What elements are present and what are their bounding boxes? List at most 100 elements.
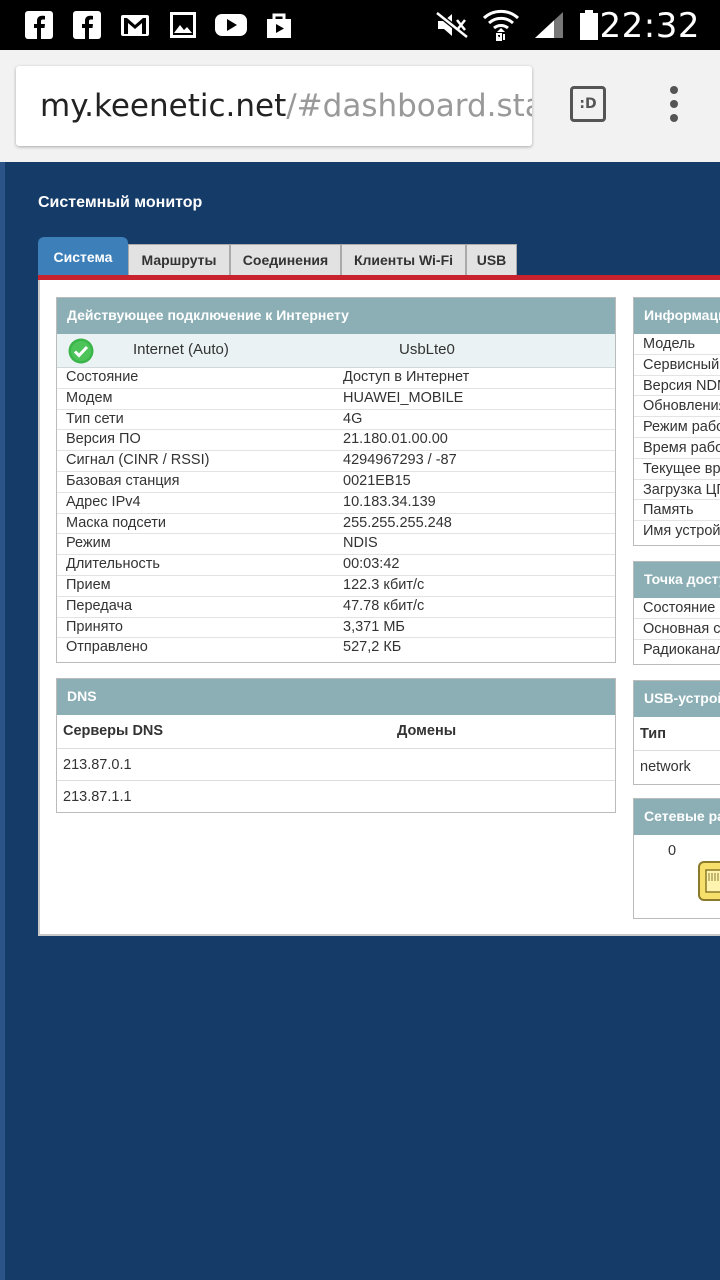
youtube-icon xyxy=(215,14,247,36)
info-label: Версия NDMS xyxy=(634,376,720,397)
info-label: Обновления xyxy=(634,396,720,418)
info-label: Загрузка ЦП xyxy=(634,480,720,501)
access-point-panel: Точка доступа Состояние Основная сеть Ра… xyxy=(633,561,720,665)
info-row: Отправлено 527,2 КБ xyxy=(57,638,615,659)
ap-label: Основная сеть xyxy=(634,619,720,640)
tab-switcher-button[interactable]: :D xyxy=(570,86,606,122)
info-label: Текущее время xyxy=(634,459,720,480)
row-value: NDIS xyxy=(343,535,378,552)
panel-title: Действующее подключение к Интернету xyxy=(57,298,615,334)
row-value: 00:03:42 xyxy=(343,556,400,573)
panel-title: USB-устройства xyxy=(634,681,720,717)
row-value: Доступ в Интернет xyxy=(343,369,470,385)
tab-system[interactable]: Система xyxy=(38,237,128,275)
info-row: Тип сети 4G xyxy=(57,410,615,431)
info-row: Длительность 00:03:42 xyxy=(57,555,615,576)
info-row: Модем HUAWEI_MOBILE xyxy=(57,389,615,410)
row-value: 10.183.34.139 xyxy=(343,493,436,510)
port-number: 0 xyxy=(668,843,677,859)
url-host: my.keenetic.net xyxy=(40,88,287,124)
network-ports-panel: Сетевые разъемы 0 xyxy=(633,798,720,919)
menu-icon[interactable] xyxy=(664,86,684,126)
dns-panel: DNS Серверы DNS Домены 213.87.0.1 213.87… xyxy=(56,678,616,813)
row-key: Адрес IPv4 xyxy=(66,493,141,510)
ap-label: Радиоканал xyxy=(643,641,720,658)
clock: 22:32 xyxy=(599,6,700,46)
dns-server: 213.87.0.1 xyxy=(63,757,132,773)
info-label: Имя устройства xyxy=(643,523,720,540)
row-key: Прием xyxy=(66,576,111,593)
dns-domains-header: Домены xyxy=(397,723,457,739)
info-row: Адрес IPv4 10.183.34.139 xyxy=(57,493,615,514)
check-icon xyxy=(68,338,94,364)
panel-title: Информация о системе xyxy=(634,298,720,334)
gallery-icon xyxy=(170,12,196,38)
info-label: Модель xyxy=(634,334,720,355)
panel-title: Сетевые разъемы xyxy=(634,799,720,835)
info-row: Сигнал (CINR / RSSI) 4294967293 / -87 xyxy=(57,451,615,472)
ethernet-port-icon xyxy=(698,861,720,901)
info-row: Режим NDIS xyxy=(57,534,615,556)
row-key: Отправлено xyxy=(66,639,148,656)
row-key: Базовая станция xyxy=(66,472,180,489)
row-value: 4G xyxy=(343,410,363,427)
usb-devices-panel: USB-устройства Тип network xyxy=(633,680,720,785)
panel-title: Точка доступа xyxy=(634,562,720,598)
row-value: 527,2 КБ xyxy=(343,639,402,656)
status-bar: 22:32 xyxy=(0,0,720,50)
row-key: Версия ПО xyxy=(66,431,141,448)
url-bar[interactable]: my.keenetic.net/#dashboard.status xyxy=(16,66,532,146)
row-key: Принято xyxy=(66,618,123,635)
info-row: Базовая станция 0021EB15 xyxy=(57,472,615,493)
info-row: Принято 3,371 МБ xyxy=(57,618,615,639)
mute-icon xyxy=(435,11,469,39)
system-info-panel: Информация о системе Модель Сервисный ко… xyxy=(633,297,720,546)
facebook-icon xyxy=(25,11,53,40)
tab-usb[interactable]: USB xyxy=(466,244,517,275)
row-value: 3,371 МБ xyxy=(343,618,405,635)
row-value: 21.180.01.00.00 xyxy=(343,431,448,448)
row-key: Тип сети xyxy=(66,410,124,427)
row-value: 4294967293 / -87 xyxy=(343,452,457,469)
row-key: Передача xyxy=(66,597,133,614)
browser-toolbar: my.keenetic.net/#dashboard.status :D xyxy=(0,50,720,162)
row-key: Длительность xyxy=(66,556,160,573)
row-value: 255.255.255.248 xyxy=(343,514,452,531)
row-key: Режим xyxy=(66,535,111,552)
store-icon xyxy=(267,13,291,38)
dashboard-content: Действующее подключение к Интернету Inte… xyxy=(38,280,720,936)
facebook-icon xyxy=(73,11,101,40)
internet-connection-panel: Действующее подключение к Интернету Inte… xyxy=(56,297,616,663)
row-key: Состояние xyxy=(66,369,139,385)
battery-icon xyxy=(580,10,598,40)
url-path: /#dashboard.status xyxy=(286,88,532,124)
info-label: Память xyxy=(634,500,720,522)
tab-routes[interactable]: Маршруты xyxy=(128,244,230,275)
dns-header-row: Серверы DNS Домены xyxy=(57,715,615,749)
row-value: 47.78 кбит/с xyxy=(343,597,425,614)
usb-type-value: network xyxy=(640,759,691,775)
info-label: Время работы xyxy=(634,438,720,459)
row-value: HUAWEI_MOBILE xyxy=(343,389,464,406)
info-label: Сервисный код xyxy=(634,355,720,376)
tab-connections[interactable]: Соединения xyxy=(230,244,341,275)
panel-title: DNS xyxy=(57,679,615,715)
row-value: 122.3 кбит/с xyxy=(343,576,425,593)
dns-row: 213.87.0.1 xyxy=(57,749,615,781)
info-row: Маска подсети 255.255.255.248 xyxy=(57,514,615,535)
connection-name: Internet (Auto) xyxy=(133,341,229,358)
tab-wifi-clients[interactable]: Клиенты Wi-Fi xyxy=(341,244,466,275)
info-row: Состояние Доступ в Интернет xyxy=(57,368,615,389)
row-key: Сигнал (CINR / RSSI) xyxy=(66,452,210,469)
row-value: 0021EB15 xyxy=(343,472,411,489)
dns-servers-header: Серверы DNS xyxy=(63,723,164,739)
dns-row: 213.87.1.1 xyxy=(57,781,615,813)
ap-label: Состояние xyxy=(634,598,720,619)
row-key: Модем xyxy=(66,389,113,406)
usb-type-header: Тип xyxy=(634,717,720,751)
wifi-icon xyxy=(482,9,520,41)
signal-icon xyxy=(535,12,563,38)
info-row: Прием 122.3 кбит/с xyxy=(57,576,615,597)
connection-interface: UsbLte0 xyxy=(399,341,455,358)
connection-summary: Internet (Auto) UsbLte0 xyxy=(57,334,615,368)
